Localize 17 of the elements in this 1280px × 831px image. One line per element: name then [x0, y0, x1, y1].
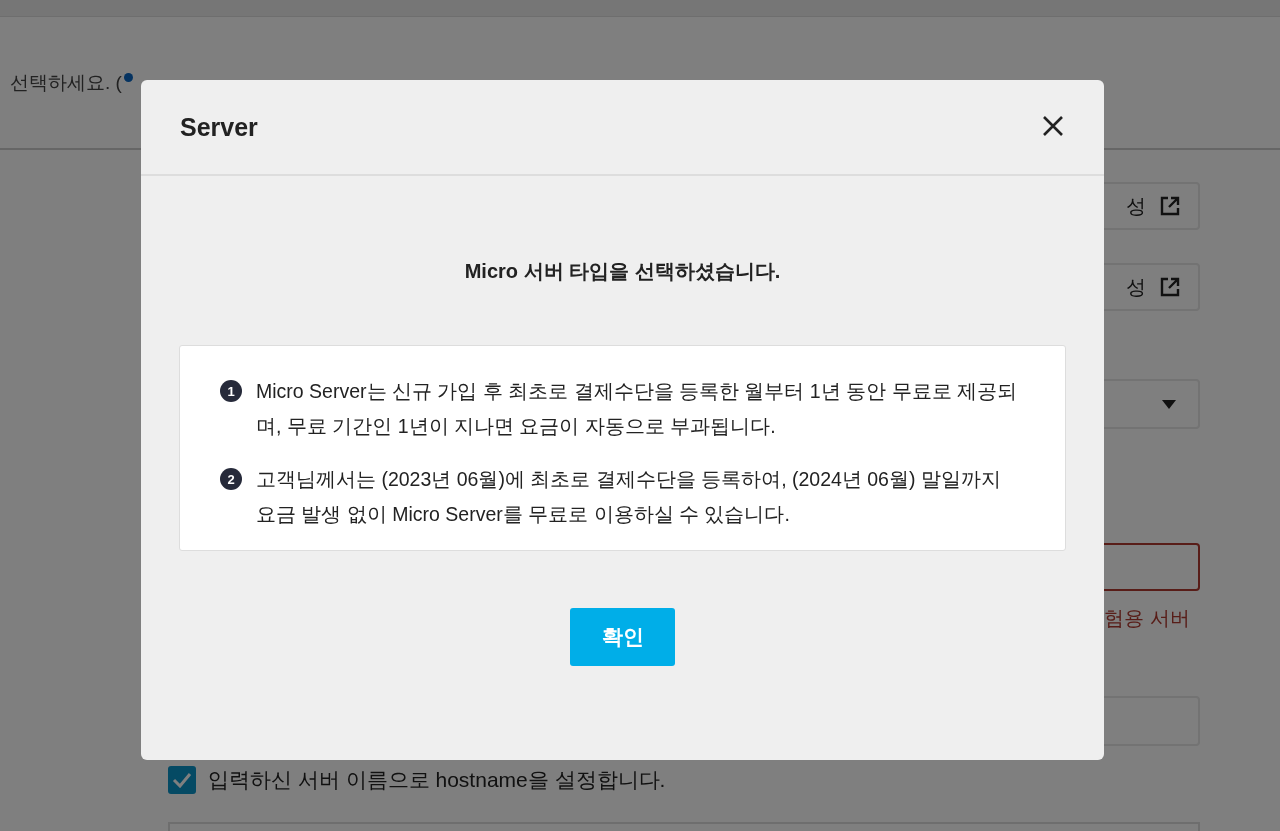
checkmark-icon: [172, 772, 192, 788]
number-badge: 2: [220, 468, 242, 490]
number-badge: 1: [220, 380, 242, 402]
error-text: 험용 서버: [1104, 606, 1190, 631]
dialog-heading: Micro 서버 타입을 선택하셨습니다.: [464, 259, 781, 284]
checkbox-label: 입력하신 서버 이름으로 hostname을 설정합니다.: [208, 767, 666, 793]
info-dot-icon: [123, 73, 133, 82]
confirm-button[interactable]: 확인: [570, 608, 675, 666]
external-link-icon: [1160, 196, 1180, 216]
checkbox[interactable]: [168, 766, 196, 794]
external-link-icon: [1160, 277, 1180, 297]
dialog-title: Server: [180, 112, 258, 142]
notice-text: 고객님께서는 (2023년 06월)에 최초로 결제수단을 등록하여, (2024년 06월) 말일까지 요금 발생 없이 Micro Server를 무료로 이용하실 수 있습니다.: [256, 467, 1002, 527]
instruction-text: 선택하세요. (: [10, 70, 122, 95]
close-icon: [1042, 115, 1064, 137]
notice-text: Micro Server는 신규 가입 후 최초로 결제수단을 등록한 월부터 1년 동안 무료로 제공되며, 무료 기간인 1년이 지나면 요금이 자동으로 부과됩니다.: [256, 379, 1017, 439]
caret-icon: [1162, 399, 1176, 409]
